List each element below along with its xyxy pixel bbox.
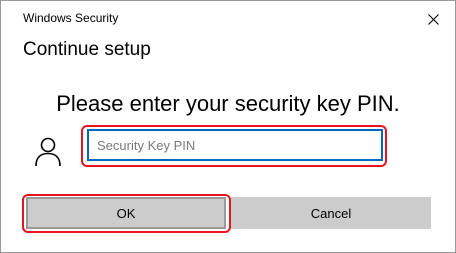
close-button[interactable] [419, 7, 447, 31]
pin-prompt: Please enter your security key PIN. [56, 91, 400, 116]
security-dialog: Windows Security Continue setup Please e… [0, 0, 456, 253]
close-icon [427, 13, 439, 25]
ok-button[interactable]: OK [26, 197, 226, 229]
security-key-pin-input[interactable] [87, 129, 383, 161]
dialog-heading: Continue setup [23, 39, 151, 60]
cancel-button[interactable]: Cancel [231, 197, 431, 229]
window-title: Windows Security [23, 11, 119, 25]
title-bar: Windows Security [1, 1, 455, 33]
user-icon [35, 137, 61, 167]
